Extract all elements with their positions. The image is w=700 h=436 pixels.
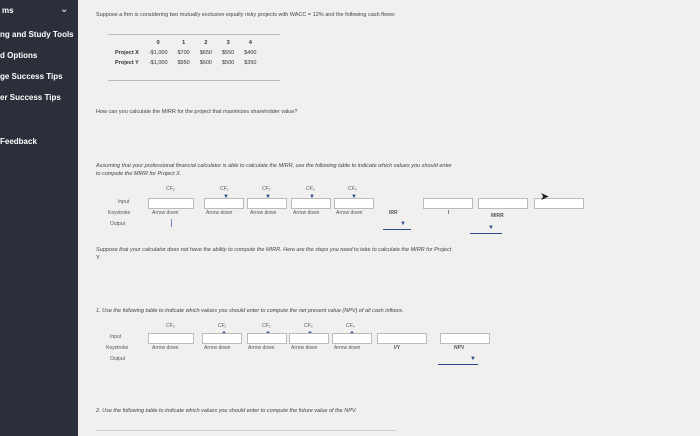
- step1-text: 1. Use the following table to indicate w…: [96, 308, 404, 314]
- input-label: Input: [110, 334, 122, 340]
- cell: $550: [222, 50, 235, 56]
- cell: $400: [244, 50, 257, 56]
- cf3-header: CF₃: [306, 186, 315, 192]
- cell: $700: [177, 50, 190, 56]
- cell: $650: [199, 50, 212, 56]
- npv-input[interactable]: [440, 333, 490, 344]
- mirr-output-dropdown[interactable]: ▼: [488, 225, 494, 231]
- cell: $950: [177, 60, 190, 66]
- cf1-header: CF₁: [218, 323, 227, 329]
- cf2-input[interactable]: [247, 198, 287, 209]
- sidebar-header-label: ms: [2, 6, 14, 15]
- irr-output-field[interactable]: [383, 229, 411, 230]
- output-label: Output: [110, 356, 126, 362]
- cf3-input[interactable]: [289, 333, 329, 344]
- cell: -$1,000: [148, 50, 168, 56]
- cashflow-table: 0 1 2 3 4 Project X -$1,000 $700 $650 $5…: [110, 38, 262, 68]
- cf3-input[interactable]: [291, 198, 331, 209]
- table-bottom-rule: [108, 80, 280, 81]
- cf4-input[interactable]: [334, 198, 374, 209]
- keystroke-cf3: Arrow down: [291, 345, 318, 351]
- year-header: 0: [156, 40, 160, 46]
- cell: $350: [244, 60, 257, 66]
- keystroke-cf2: Arrow down: [250, 210, 277, 216]
- keystroke-cf4: Arrow down: [334, 345, 361, 351]
- keystroke-cf2: Arrow down: [248, 345, 275, 351]
- cf4-header: CF₄: [348, 186, 357, 192]
- output-label: Output: [110, 221, 126, 227]
- cf0-input[interactable]: [148, 333, 194, 344]
- cf4-header: CF₄: [346, 323, 355, 329]
- i-label: I: [448, 210, 450, 216]
- main-content: Suppose a firm is considering two mutual…: [78, 0, 700, 436]
- mirr-label: MIRR: [491, 213, 504, 219]
- year-header: 1: [182, 40, 186, 46]
- project-name: Project X: [115, 50, 139, 56]
- cf1-input[interactable]: [204, 198, 244, 209]
- sidebar: ms ⌄ ng and Study Tools d Options ge Suc…: [0, 0, 78, 436]
- cf0-input[interactable]: [148, 198, 194, 209]
- year-header: 4: [248, 40, 252, 46]
- iy-label: I/Y: [394, 345, 401, 351]
- step2-table-rule: [96, 430, 396, 431]
- part-b-text-1: Suppose that your calculator does not ha…: [96, 247, 452, 253]
- table-top-rule: [108, 34, 280, 35]
- cf2-header: CF₂: [262, 323, 271, 329]
- cf2-header: CF₂: [262, 186, 271, 192]
- year-header: 2: [204, 40, 208, 46]
- keystroke-cf0: Arrow down: [152, 210, 179, 216]
- cell: $600: [199, 60, 212, 66]
- chevron-down-icon[interactable]: ⌄: [60, 4, 68, 15]
- npv-output-dropdown[interactable]: ▼: [470, 356, 476, 362]
- keystroke-cf3: Arrow down: [293, 210, 320, 216]
- question-text: How can you calculate the MIRR for the p…: [96, 109, 298, 115]
- keystroke-cf1: Arrow down: [204, 345, 231, 351]
- npv-label: NPV: [454, 345, 465, 351]
- part-a-text-2: to compute the MIRR for Project X.: [96, 171, 182, 177]
- keystroke-cf0: Arrow down: [152, 345, 179, 351]
- sidebar-header[interactable]: ms ⌄: [0, 0, 78, 22]
- sidebar-item-study-tools[interactable]: ng and Study Tools: [0, 30, 78, 39]
- cf4-input[interactable]: [332, 333, 372, 344]
- keystroke-cf4: Arrow down: [336, 210, 363, 216]
- sidebar-item-options[interactable]: d Options: [0, 51, 78, 60]
- part-b-text-2: Y.: [96, 255, 101, 261]
- keystroke-label: Keystroke: [108, 210, 131, 216]
- irr-label: IRR: [389, 210, 398, 216]
- cf0-header: CF₀: [166, 323, 175, 329]
- irr-input[interactable]: [423, 198, 473, 209]
- cf1-header: CF₁: [220, 186, 229, 192]
- mouse-pointer-icon: ➤: [540, 191, 550, 203]
- keystroke-label: Keystroke: [106, 345, 129, 351]
- sidebar-item-feedback[interactable]: Feedback: [0, 137, 78, 146]
- table-row: Project Y -$1,000 $950 $600 $500 $350: [110, 58, 262, 68]
- part-a-text-1: Assuming that your professional financia…: [96, 163, 452, 169]
- cf3-header: CF₃: [304, 323, 313, 329]
- text-cursor: [171, 219, 172, 227]
- irr-output-dropdown[interactable]: ▼: [400, 221, 406, 227]
- year-header: 3: [226, 40, 230, 46]
- cf2-input[interactable]: [247, 333, 287, 344]
- input-label: Input: [118, 199, 130, 205]
- cell: $500: [222, 60, 235, 66]
- iy-input[interactable]: [377, 333, 427, 344]
- cf0-header: CF₀: [166, 186, 175, 192]
- cell: -$1,000: [148, 60, 168, 66]
- i-input[interactable]: [478, 198, 528, 209]
- sidebar-item-success-tips[interactable]: ge Success Tips: [0, 72, 78, 81]
- keystroke-cf1: Arrow down: [206, 210, 233, 216]
- table-row: Project X -$1,000 $700 $650 $550 $400: [110, 48, 262, 58]
- cf1-input[interactable]: [202, 333, 242, 344]
- sidebar-item-career-success-tips[interactable]: er Success Tips: [0, 93, 78, 102]
- project-name: Project Y: [115, 60, 139, 66]
- mirr-output-field[interactable]: [470, 233, 502, 234]
- intro-text: Suppose a firm is considering two mutual…: [96, 12, 396, 18]
- npv-output-field[interactable]: [438, 364, 478, 365]
- step2-text: 2. Use the following table to indicate w…: [96, 408, 357, 414]
